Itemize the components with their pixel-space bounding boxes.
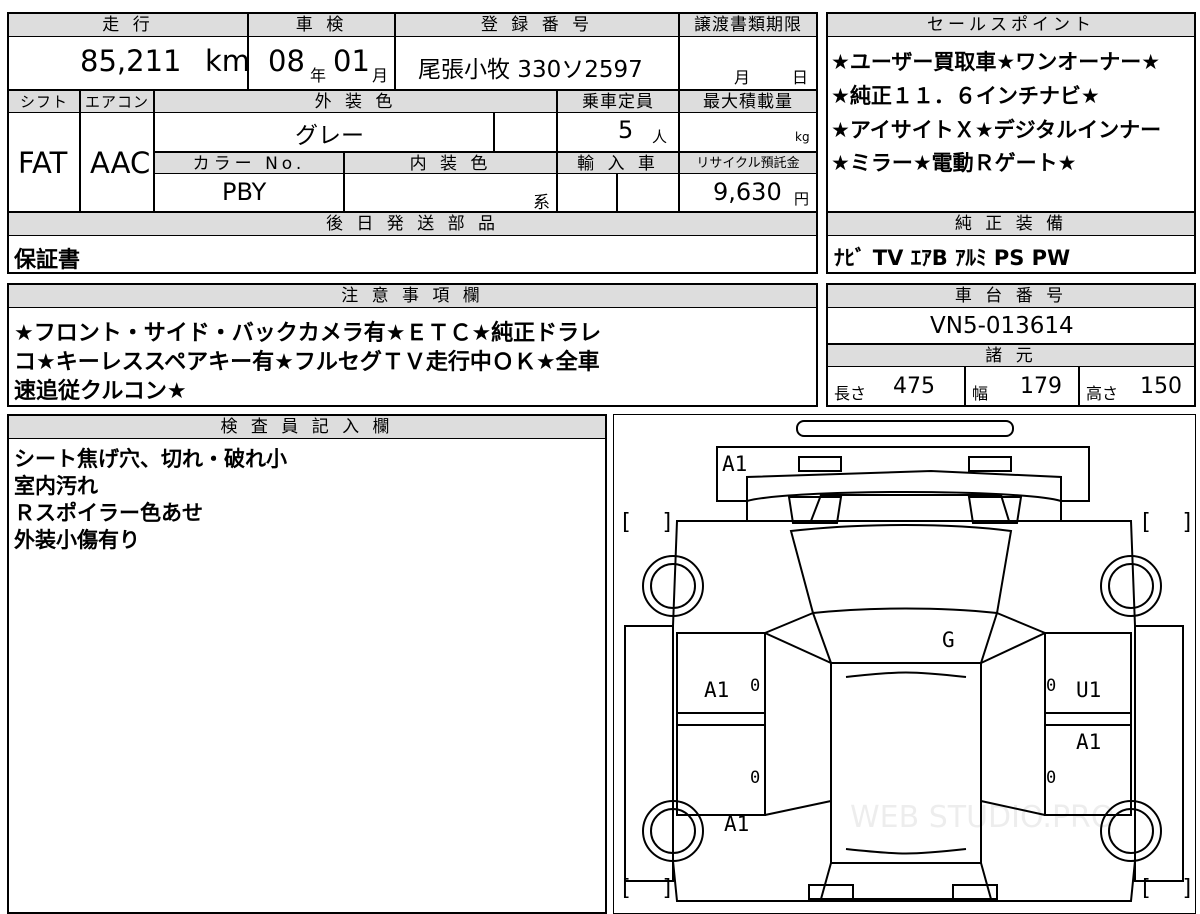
sales-points-header: セールスポイント	[828, 14, 1194, 37]
svg-text:[: [	[619, 510, 632, 535]
mileage-unit: km	[205, 44, 251, 78]
inspection-month: 01	[333, 44, 370, 78]
max-load-header: 最大積載量	[680, 91, 816, 113]
right-rear-door-mark: A1	[1076, 730, 1102, 754]
registration-number: 尾張小牧 330ソ2597	[418, 57, 643, 83]
notes-line-3: 速追従クルコン★	[14, 379, 187, 404]
zero-mark-1: 0	[750, 676, 761, 696]
right-front-door-mark: U1	[1076, 678, 1102, 702]
later-parts-header: 後 日 発 送 部 品	[9, 213, 816, 236]
interior-color-suffix: 系	[533, 193, 550, 213]
capacity-header: 乗車定員	[558, 91, 678, 113]
sales-point-line-1: ★ユーザー買取車★ワンオーナー★	[831, 50, 1161, 74]
inspection-header: 車 検	[249, 14, 394, 37]
notes-header: 注 意 事 項 欄	[9, 285, 816, 308]
recycle-header: リサイクル預託金	[680, 153, 816, 174]
front-bumper-mark: A1	[722, 452, 748, 476]
exterior-color-value: グレー	[295, 123, 364, 149]
inspector-line-2: 室内汚れ	[14, 474, 98, 498]
chassis-header: 車 台 番 号	[828, 285, 1194, 308]
zero-mark-4: 0	[1046, 768, 1057, 788]
inspection-year-unit: 年	[310, 66, 327, 85]
equipment-value: ﾅﾋﾞ TV ｴｱB ｱﾙﾐ PS PW	[834, 246, 1071, 270]
sales-point-line-4: ★ミラー★電動Ｒゲート★	[831, 151, 1077, 175]
chassis-number: VN5-013614	[930, 313, 1074, 339]
capacity-value: 5	[618, 116, 634, 144]
max-load-unit: kg	[795, 130, 810, 144]
watermark: WEB STUDIO.PRO	[850, 800, 1115, 835]
aircon-header: エアコン	[81, 91, 153, 113]
notes-line-1: ★フロント・サイド・バックカメラ有★ＥＴＣ★純正ドラレ	[14, 321, 602, 346]
mileage-header: 走 行	[9, 14, 247, 37]
svg-text:[: [	[619, 876, 632, 901]
color-no-value: PBY	[222, 178, 267, 206]
equipment-header: 純 正 装 備	[828, 213, 1194, 236]
inspector-line-3: Ｒスポイラー色あせ	[14, 501, 203, 525]
interior-color-header: 内 装 色	[345, 153, 556, 174]
later-parts-value: 保証書	[14, 248, 81, 273]
inspector-line-4: 外装小傷有り	[14, 528, 140, 552]
specs-header: 諸 元	[828, 345, 1194, 367]
inspector-line-1: シート焦げ穴、切れ・破れ小	[14, 447, 287, 471]
transfer-day-unit: 日	[792, 68, 809, 87]
left-rear-fender-mark: A1	[724, 812, 750, 836]
zero-mark-3: 0	[750, 768, 761, 788]
inspection-year: 08	[268, 44, 305, 78]
inspector-header: 検 査 員 記 入 欄	[9, 416, 605, 439]
aircon-value: AAC	[90, 146, 151, 180]
car-diagram-block: [] [] [] []	[613, 414, 1196, 914]
registration-header: 登 録 番 号	[396, 14, 678, 37]
zero-mark-2: 0	[1046, 676, 1057, 696]
import-header: 輸 入 車	[558, 153, 678, 174]
sales-point-line-2: ★純正１１．６インチナビ★	[831, 84, 1100, 108]
svg-text:]: ]	[661, 876, 674, 901]
length-value: 475	[893, 374, 935, 399]
svg-text:]: ]	[1181, 876, 1194, 901]
svg-text:[: [	[1139, 510, 1152, 535]
left-front-door-mark: A1	[704, 678, 730, 702]
height-value: 150	[1140, 374, 1182, 399]
car-body-diagram: [] [] [] []	[619, 420, 1194, 902]
shift-value: FAT	[18, 146, 68, 180]
shift-header: シフト	[9, 91, 79, 113]
height-label: 高さ	[1086, 384, 1119, 403]
svg-text:[: [	[1139, 876, 1152, 901]
windshield-mark: G	[942, 628, 955, 652]
recycle-value: 9,630	[713, 178, 782, 206]
color-no-header: カラー No.	[155, 153, 343, 174]
length-label: 長さ	[834, 384, 867, 403]
notes-line-2: コ★キーレススペアキー有★フルセグＴＶ走行中ＯＫ★全車	[14, 350, 600, 375]
inspection-month-unit: 月	[372, 66, 389, 85]
exterior-color-header: 外 装 色	[155, 91, 556, 113]
svg-text:]: ]	[661, 510, 674, 535]
capacity-unit: 人	[652, 128, 668, 146]
sales-point-line-3: ★アイサイトＸ★デジタルインナー	[831, 118, 1162, 142]
transfer-month-unit: 月	[734, 68, 751, 87]
mileage-value: 85,211	[80, 44, 182, 78]
recycle-unit: 円	[794, 190, 810, 208]
width-label: 幅	[972, 384, 989, 403]
svg-text:]: ]	[1181, 510, 1194, 535]
transfer-deadline-header: 譲渡書類期限	[680, 14, 816, 37]
width-value: 179	[1020, 374, 1062, 399]
